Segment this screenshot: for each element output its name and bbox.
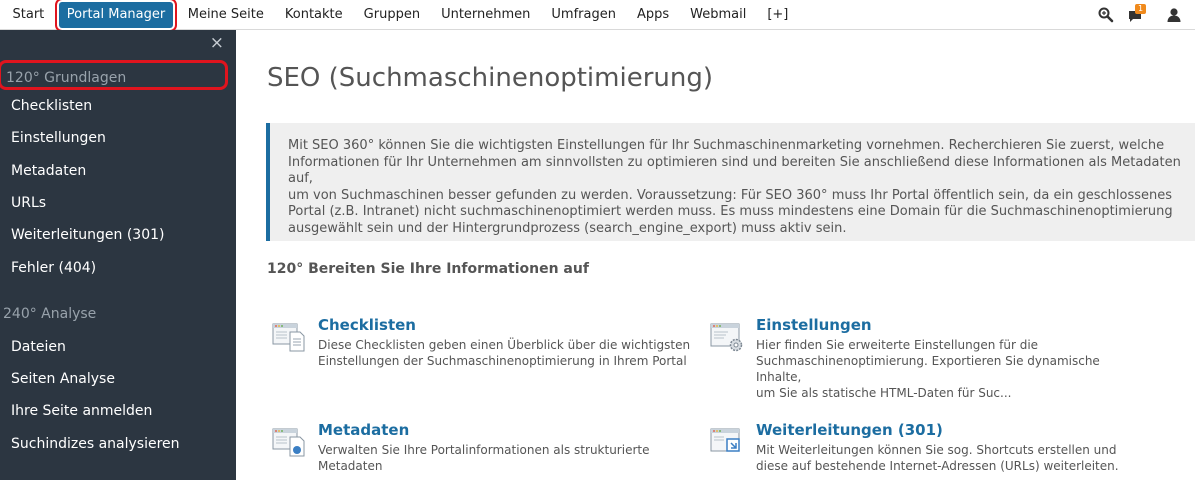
- card-desc-line: um Sie als statische HTML-Daten für Suc.…: [756, 386, 1012, 400]
- card-title-checklisten[interactable]: Checklisten: [318, 316, 416, 334]
- main-nav: Start Portal Manager Meine Seite Kontakt…: [0, 0, 799, 29]
- card-title-weiterleitungen[interactable]: Weiterleitungen (301): [756, 421, 943, 439]
- card-desc-checklisten: Diese Checklisten geben einen Überblick …: [318, 337, 708, 369]
- info-box: Mit SEO 360° können Sie die wichtigsten …: [266, 123, 1195, 241]
- nav-umfragen[interactable]: Umfragen: [541, 0, 627, 29]
- nav-portal-manager[interactable]: Portal Manager: [58, 1, 174, 28]
- card-title-metadaten[interactable]: Metadaten: [318, 421, 409, 439]
- info-line: um von Suchmaschinen besser gefunden zu …: [288, 187, 1173, 203]
- card-desc-line: Mit Weiterleitungen können Sie sog. Shor…: [756, 443, 1117, 457]
- nav-start[interactable]: Start: [2, 0, 55, 29]
- nav-apps[interactable]: Apps: [626, 0, 679, 29]
- checklist-document-icon: [272, 322, 306, 352]
- card-title-einstellungen[interactable]: Einstellungen: [756, 316, 872, 334]
- info-line: Informationen für Ihr Unternehmen am sin…: [288, 154, 1181, 187]
- settings-gear-window-icon: [710, 322, 744, 352]
- sidebar-item-weiterleitungen[interactable]: Weiterleitungen (301): [11, 227, 164, 243]
- card-desc-line: Hier finden Sie erweiterte Einstellungen…: [756, 338, 1039, 352]
- top-icons: 1: [1097, 0, 1195, 29]
- redirect-window-icon: [710, 427, 744, 457]
- nav-gruppen[interactable]: Gruppen: [353, 0, 430, 29]
- info-line: Mit SEO 360° können Sie die wichtigsten …: [288, 138, 1165, 153]
- sidebar-group-grundlagen[interactable]: 120° Grundlagen: [0, 60, 228, 90]
- card-desc-einstellungen: Hier finden Sie erweiterte Einstellungen…: [756, 337, 1146, 401]
- info-line: Portal (z.B. Intranet) nicht suchmaschin…: [288, 204, 1173, 220]
- nav-meine-seite[interactable]: Meine Seite: [177, 0, 274, 29]
- section-heading: 120° Bereiten Sie Ihre Informationen auf: [267, 261, 589, 277]
- card-desc-line: Verwalten Sie Ihre Portalinformationen a…: [318, 443, 650, 473]
- sidebar: × 120° Grundlagen Checklisten Einstellun…: [0, 30, 236, 480]
- nav-unternehmen[interactable]: Unternehmen: [431, 0, 541, 29]
- nav-add-more[interactable]: [+]: [757, 0, 799, 29]
- nav-kontakte[interactable]: Kontakte: [274, 0, 353, 29]
- sidebar-item-seite-anmelden[interactable]: Ihre Seite anmelden: [11, 403, 152, 419]
- card-desc-line: Diese Checklisten geben einen Überblick …: [318, 338, 691, 352]
- sidebar-item-dateien[interactable]: Dateien: [11, 339, 66, 355]
- metadata-document-icon: [272, 427, 306, 457]
- card-desc-line: diese auf bestehende Internet-Adressen (…: [756, 459, 1119, 473]
- card-desc-line: Suchmaschinenoptimierung. Exportieren Si…: [756, 354, 1100, 384]
- sidebar-item-fehler[interactable]: Fehler (404): [11, 260, 96, 276]
- close-icon[interactable]: ×: [210, 33, 224, 53]
- top-navigation-bar: Start Portal Manager Meine Seite Kontakt…: [0, 0, 1195, 30]
- card-desc-metadaten: Verwalten Sie Ihre Portalinformationen a…: [318, 442, 708, 474]
- sidebar-item-urls[interactable]: URLs: [11, 195, 46, 211]
- search-icon[interactable]: [1097, 6, 1115, 24]
- sidebar-item-suchindizes[interactable]: Suchindizes analysieren: [11, 436, 180, 452]
- page-title: SEO (Suchmaschinenoptimierung): [267, 63, 713, 93]
- card-desc-weiterleitungen: Mit Weiterleitungen können Sie sog. Shor…: [756, 442, 1146, 474]
- sidebar-item-metadaten[interactable]: Metadaten: [11, 163, 86, 179]
- notification-badge: 1: [1135, 3, 1147, 14]
- sidebar-group-analyse[interactable]: 240° Analyse: [3, 306, 96, 322]
- sidebar-item-einstellungen[interactable]: Einstellungen: [11, 130, 106, 146]
- main-content: SEO (Suchmaschinenoptimierung) Mit SEO 3…: [236, 30, 1195, 480]
- info-line: ausgewählt sein und der Hintergrundproze…: [288, 220, 847, 236]
- nav-webmail[interactable]: Webmail: [680, 0, 757, 29]
- card-desc-line: Einstellungen der Suchmaschinenoptimieru…: [318, 354, 687, 368]
- user-icon[interactable]: [1165, 6, 1183, 24]
- messages-icon[interactable]: 1: [1127, 3, 1153, 24]
- sidebar-item-seiten-analyse[interactable]: Seiten Analyse: [11, 371, 115, 387]
- sidebar-item-checklisten[interactable]: Checklisten: [11, 98, 92, 114]
